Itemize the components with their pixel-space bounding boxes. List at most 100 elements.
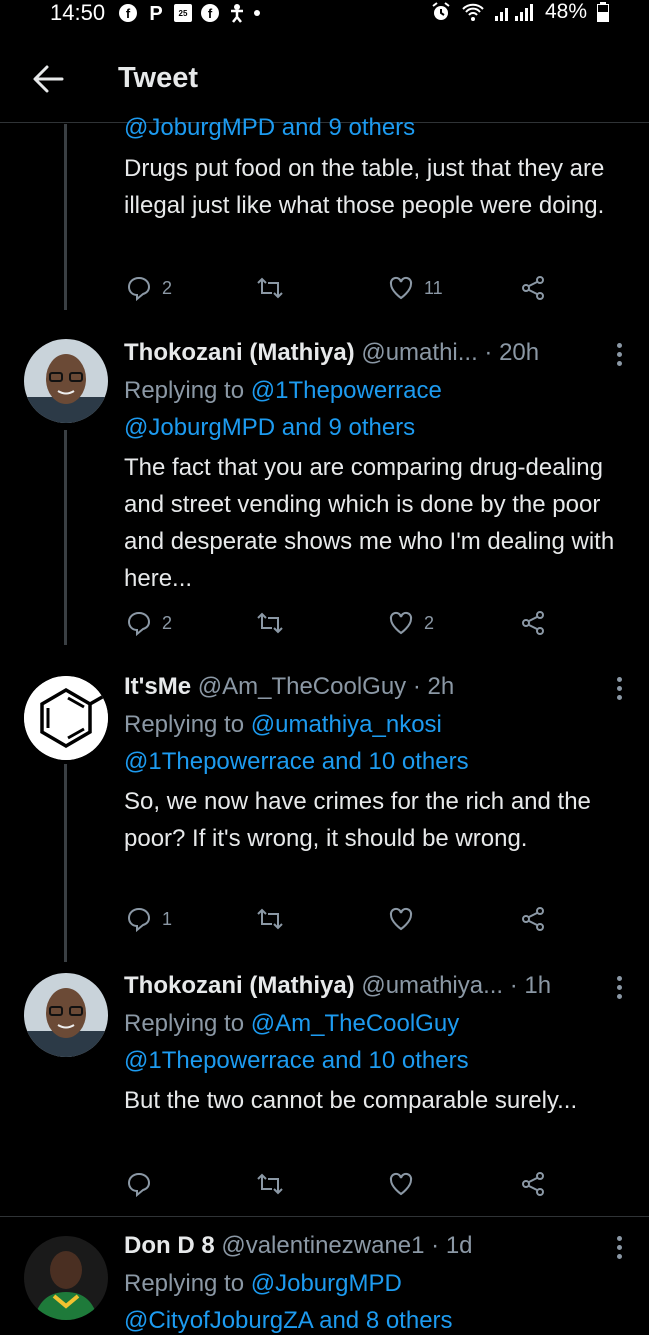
- tweet-actions: 1: [126, 906, 556, 936]
- facebook-icon: f: [118, 3, 138, 23]
- facebook-icon: f: [200, 3, 220, 23]
- share-button[interactable]: [520, 275, 546, 301]
- reply-icon: [126, 275, 152, 301]
- reply-count: 2: [162, 277, 173, 298]
- replying-to-more: @CityofJoburgZA and 8 others: [124, 1307, 453, 1335]
- pinterest-icon: P: [146, 3, 166, 23]
- tweet-text: The fact that you are comparing drug-dea…: [124, 454, 615, 592]
- display-name[interactable]: Thokozani (Mathiya): [124, 972, 355, 999]
- heart-icon: [388, 1171, 414, 1197]
- replying-to-more: @JoburgMPD and 9 others: [124, 414, 415, 442]
- reply-button[interactable]: 1: [126, 906, 172, 932]
- retweet-button[interactable]: [256, 275, 294, 301]
- avatar[interactable]: [24, 973, 108, 1057]
- status-right-icons: 48%: [431, 0, 609, 24]
- replying-to-more: @1Thepowerrace and 10 others: [124, 1047, 469, 1075]
- status-time: 14:50: [50, 0, 106, 25]
- reply-mention[interactable]: @JoburgMPD and 9 others: [124, 114, 415, 141]
- tweet-text: But the two cannot be comparable surely.…: [124, 1087, 578, 1114]
- share-icon: [520, 610, 546, 636]
- reply-mention[interactable]: @umathiya_nkosi: [251, 711, 442, 738]
- retweet-button[interactable]: [256, 906, 294, 932]
- reply-mention[interactable]: @CityofJoburgZA and 8 others: [124, 1307, 453, 1334]
- replying-to: Replying to @1Thepowerrace: [124, 377, 442, 405]
- more-options-icon[interactable]: [617, 1236, 623, 1263]
- reply-button[interactable]: [126, 1171, 162, 1197]
- accessibility-icon: [228, 3, 246, 23]
- page-title: Tweet: [118, 62, 199, 94]
- heart-icon: [388, 906, 414, 932]
- tweet-time: · 1d: [431, 1232, 473, 1259]
- replying-to: Replying to @JoburgMPD: [124, 1270, 402, 1298]
- back-arrow-icon[interactable]: [32, 64, 66, 94]
- share-icon: [520, 275, 546, 301]
- reply-button[interactable]: 2: [126, 610, 172, 636]
- replying-prefix: Replying to: [124, 1010, 245, 1037]
- tweet-time: · 20h: [484, 339, 540, 366]
- user-handle[interactable]: @Am_TheCoolGuy: [198, 673, 406, 700]
- status-left-icons: f P 25 f: [118, 3, 260, 23]
- replying-to: Replying to @Am_TheCoolGuy: [124, 1010, 459, 1038]
- calendar-icon: 25: [174, 4, 192, 22]
- share-icon: [520, 1171, 546, 1197]
- reply-count: 1: [162, 908, 173, 929]
- reply-mention[interactable]: @JoburgMPD and 9 others: [124, 414, 415, 441]
- battery-text: 48%: [544, 0, 587, 23]
- tweet-text: Drugs put food on the table, just that t…: [124, 155, 605, 219]
- svg-text:f: f: [208, 6, 213, 21]
- tweet-header: It'sMe @Am_TheCoolGuy · 2h: [124, 673, 609, 701]
- wifi-icon: [461, 2, 485, 22]
- avatar[interactable]: [24, 1236, 108, 1320]
- thread-line: [64, 764, 67, 962]
- reply-icon: [126, 906, 152, 932]
- user-handle[interactable]: @valentinezwane1: [221, 1232, 424, 1259]
- share-button[interactable]: [520, 610, 546, 636]
- share-icon: [520, 906, 546, 932]
- heart-icon: [388, 275, 414, 301]
- tweet-actions: 2 2: [126, 610, 556, 640]
- tweet-text: So, we now have crimes for the rich and …: [124, 788, 591, 852]
- thread-line: [64, 430, 67, 645]
- replying-prefix: Replying to: [124, 711, 245, 738]
- reply-count: 2: [162, 612, 173, 633]
- display-name[interactable]: Don D 8: [124, 1232, 215, 1259]
- reply-mention[interactable]: @JoburgMPD: [251, 1270, 402, 1297]
- reply-mention[interactable]: @1Thepowerrace and 10 others: [124, 748, 469, 775]
- user-handle[interactable]: @umathiya...: [361, 972, 503, 999]
- like-button[interactable]: 2: [388, 610, 434, 636]
- replying-to-more: @1Thepowerrace and 10 others: [124, 748, 469, 776]
- reply-icon: [126, 1171, 152, 1197]
- display-name[interactable]: It'sMe: [124, 673, 191, 700]
- replying-prefix: Replying to: [124, 377, 245, 404]
- signal-icon: [494, 2, 535, 22]
- tweet-header: Don D 8 @valentinezwane1 · 1d: [124, 1232, 609, 1260]
- more-options-icon[interactable]: [617, 677, 623, 704]
- reply-button[interactable]: 2: [126, 275, 172, 301]
- more-options-icon[interactable]: [617, 343, 623, 370]
- avatar[interactable]: [24, 339, 108, 423]
- reply-mention[interactable]: @1Thepowerrace: [251, 377, 442, 404]
- retweet-button[interactable]: [256, 610, 294, 636]
- more-options-icon[interactable]: [617, 976, 623, 1003]
- share-button[interactable]: [520, 906, 546, 932]
- battery-icon: [597, 2, 609, 22]
- tweet-actions: [126, 1171, 556, 1201]
- like-count: 11: [424, 277, 443, 298]
- like-button[interactable]: [388, 906, 424, 932]
- tweet-time: · 1h: [509, 972, 552, 999]
- reply-icon: [126, 610, 152, 636]
- like-button[interactable]: [388, 1171, 424, 1197]
- avatar[interactable]: [24, 676, 108, 760]
- replying-to: @JoburgMPD and 9 others: [124, 114, 415, 142]
- reply-mention[interactable]: @Am_TheCoolGuy: [251, 1010, 459, 1037]
- tweet-time: · 2h: [412, 673, 455, 700]
- display-name[interactable]: Thokozani (Mathiya): [124, 339, 355, 366]
- share-button[interactable]: [520, 1171, 546, 1197]
- alarm-icon: [431, 2, 451, 22]
- svg-text:f: f: [126, 6, 131, 21]
- like-button[interactable]: 11: [388, 275, 443, 301]
- user-handle[interactable]: @umathi...: [361, 339, 477, 366]
- status-bar: 14:50 f P 25 f 48%: [0, 0, 649, 28]
- reply-mention[interactable]: @1Thepowerrace and 10 others: [124, 1047, 469, 1074]
- retweet-button[interactable]: [256, 1171, 294, 1197]
